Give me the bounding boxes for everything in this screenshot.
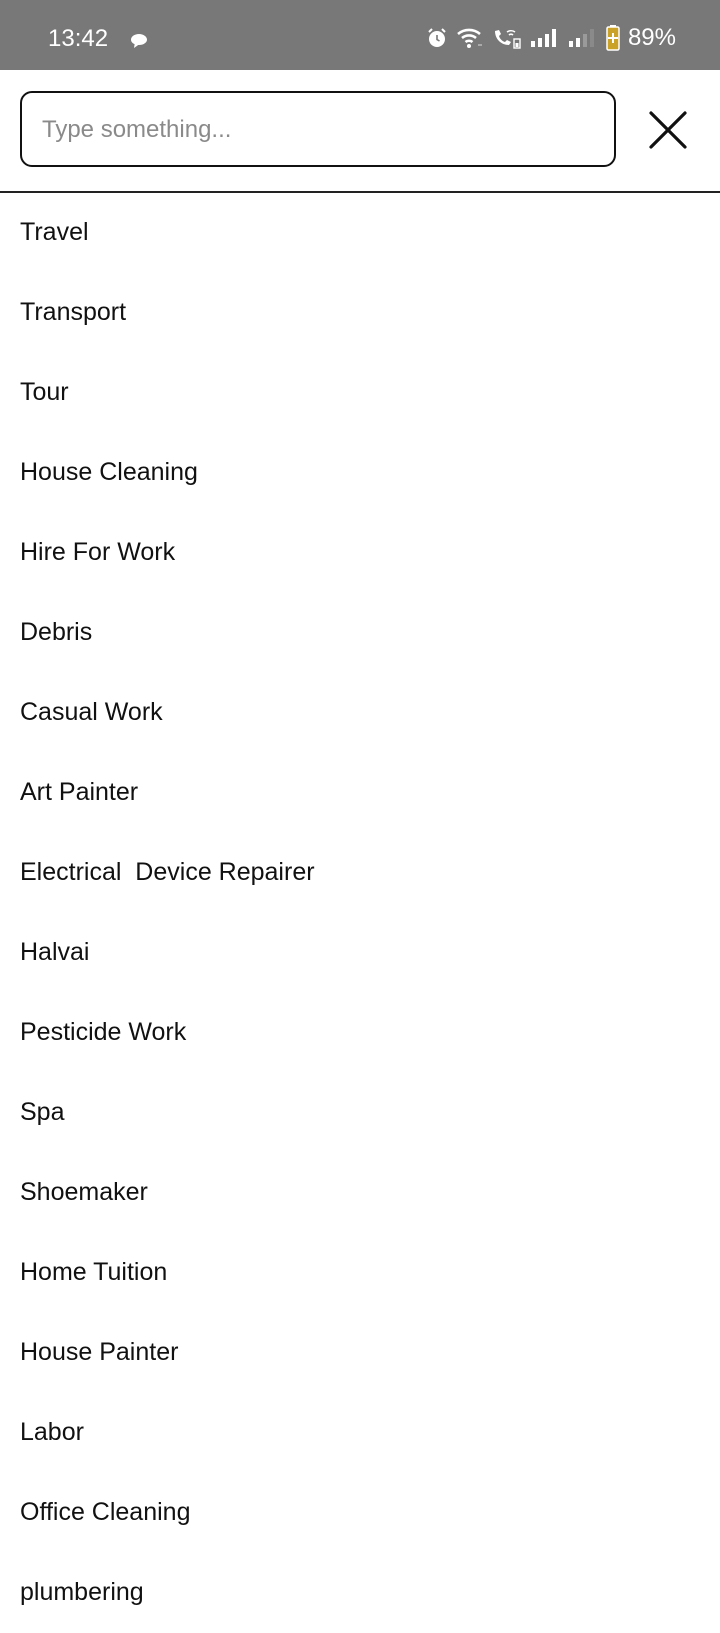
list-item[interactable]: Spa [0, 1072, 720, 1152]
status-bar: 13:42 89% [0, 0, 720, 70]
list-item[interactable]: House Painter [0, 1312, 720, 1392]
list-item[interactable]: Office Cleaning [0, 1472, 720, 1552]
battery-charging-icon [606, 25, 620, 51]
wifi-call-icon [492, 27, 522, 49]
list-item[interactable]: Labor [0, 1392, 720, 1472]
list-item[interactable]: House Cleaning [0, 432, 720, 512]
search-header [0, 70, 720, 190]
alarm-icon [426, 27, 448, 49]
search-box[interactable] [20, 91, 616, 167]
list-item[interactable]: plumbering [0, 1552, 720, 1632]
list-item[interactable]: Travel [0, 192, 720, 272]
list-item[interactable]: Pesticide Work [0, 992, 720, 1072]
status-icons: 89% [426, 24, 676, 52]
status-time: 13:42 [48, 25, 109, 52]
list-item[interactable]: Halvai [0, 912, 720, 992]
battery-level: 89% [627, 24, 676, 51]
close-button[interactable] [648, 110, 688, 150]
list-item[interactable]: Shoemaker [0, 1152, 720, 1232]
list-item[interactable]: Home Tuition [0, 1232, 720, 1312]
list-item[interactable]: Debris [0, 592, 720, 672]
signal-2-icon [568, 27, 598, 49]
list-item[interactable]: Electrical Device Repairer [0, 832, 720, 912]
list-item[interactable]: Hire For Work [0, 512, 720, 592]
chat-bubble-icon [130, 33, 148, 48]
search-input[interactable] [40, 93, 604, 167]
signal-1-icon [530, 27, 560, 49]
wifi-icon [456, 27, 484, 49]
list-item[interactable]: Art Painter [0, 752, 720, 832]
list-item[interactable]: Tour [0, 352, 720, 432]
close-icon [649, 111, 687, 149]
category-list: Travel Transport Tour House Cleaning Hir… [0, 193, 720, 1633]
list-item[interactable]: Transport [0, 272, 720, 352]
list-item[interactable]: Casual Work [0, 672, 720, 752]
